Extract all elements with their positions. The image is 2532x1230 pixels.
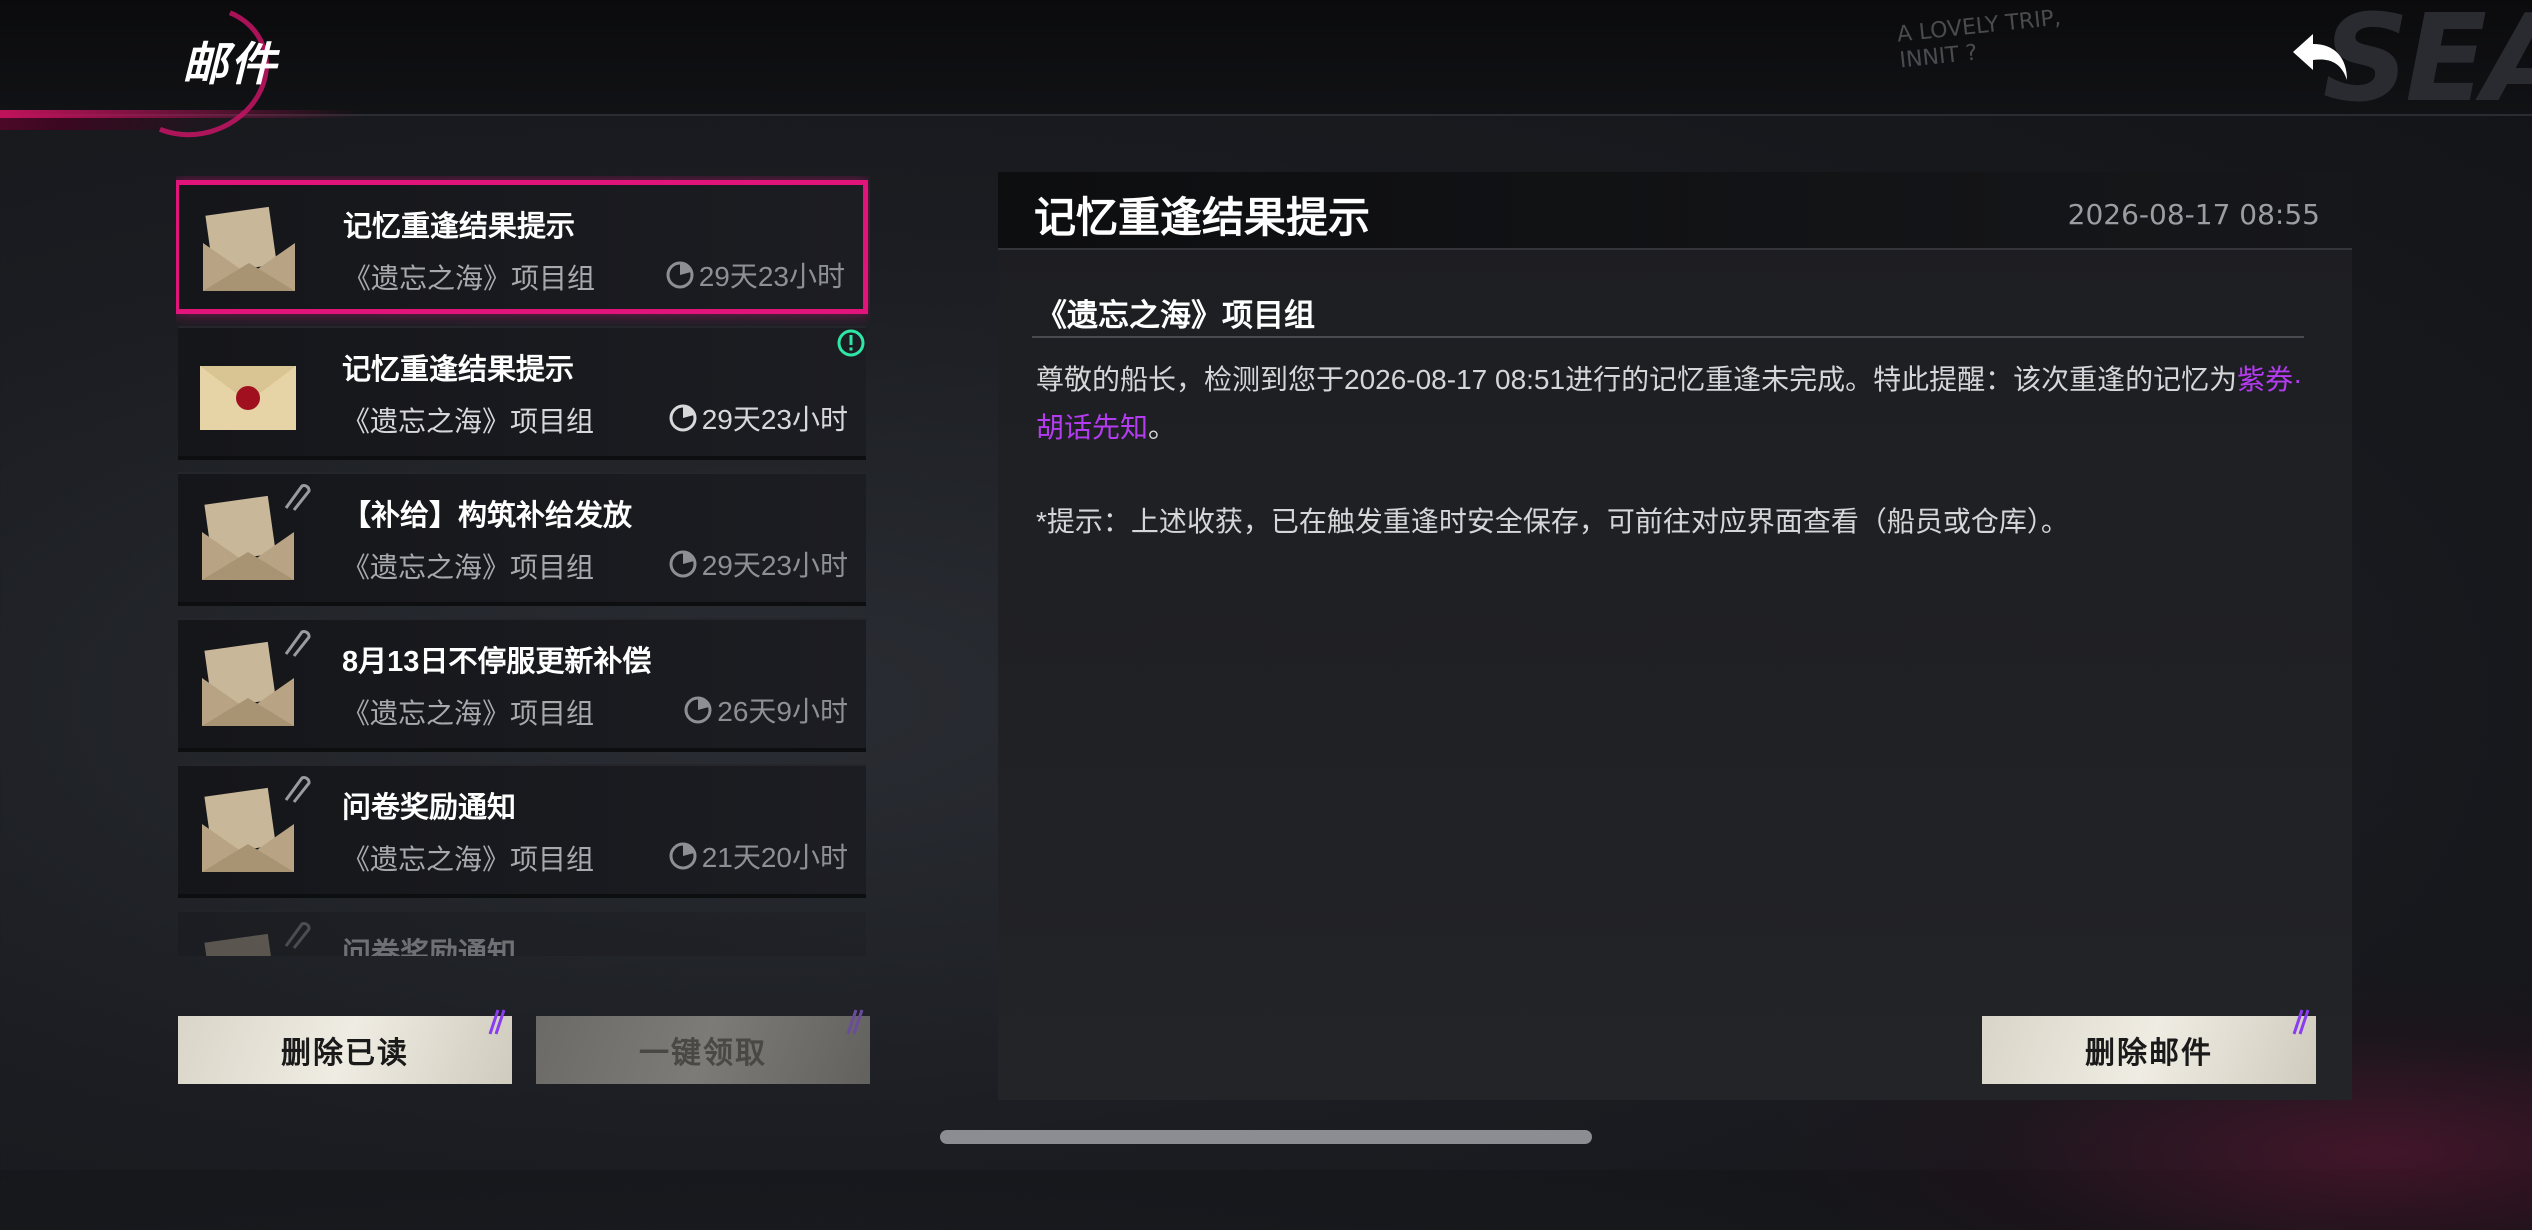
mail-title: 记忆重逢结果提示 — [343, 211, 576, 243]
mail-item[interactable]: 记忆重逢结果提示 《遗忘之海》项目组 29天23小时 — [178, 326, 866, 460]
mail-item[interactable]: 【补给】构筑补给发放 《遗忘之海》项目组 29天23小时 — [178, 472, 866, 606]
sealed-envelope-icon — [200, 366, 296, 430]
back-button[interactable] — [2286, 26, 2356, 90]
mail-item[interactable]: 8月13日不停服更新补偿 《遗忘之海》项目组 26天9小时 — [178, 618, 866, 752]
clock-icon — [666, 261, 694, 289]
mail-expire: 29天23小时 — [668, 398, 848, 438]
paperclip-icon — [284, 922, 311, 949]
page-title: 邮件 — [182, 38, 278, 90]
clock-icon — [669, 842, 697, 870]
top-bar: 邮件 A LOVELY TRIP, INNIT ? SEA — [0, 0, 2532, 158]
mail-sender: 《遗忘之海》项目组 — [342, 698, 595, 729]
delete-read-button[interactable]: 删除已读 — [178, 1009, 512, 1084]
delete-mail-button[interactable]: 删除邮件 — [1982, 1009, 2316, 1084]
clock-icon — [684, 696, 712, 724]
mail-detail-panel: 记忆重逢结果提示 2026-08-17 08:55 《遗忘之海》项目组 尊敬的船… — [998, 172, 2352, 1100]
header-stripe — [0, 110, 360, 118]
divider — [1032, 336, 2304, 338]
detail-date: 2026-08-17 08:55 — [2067, 198, 2320, 231]
mail-expire: 29天23小时 — [668, 544, 848, 584]
detail-body: 尊敬的船长，检测到您于2026-08-17 08:51进行的记忆重逢未完成。特此… — [1036, 364, 2303, 443]
mail-list[interactable]: 记忆重逢结果提示 《遗忘之海》项目组 29天23小时 记忆重逢结果提示 《遗忘之… — [176, 176, 870, 956]
detail-title: 记忆重逢结果提示 — [1034, 194, 1371, 241]
mail-sender: 《遗忘之海》项目组 — [342, 552, 595, 583]
home-indicator[interactable] — [940, 1130, 1592, 1144]
paperclip-icon — [284, 776, 311, 803]
paperclip-icon — [284, 484, 311, 511]
detail-note: *提示：上述收获，已在触发重逢时安全保存，可前往对应界面查看（船员或仓库）。 — [1036, 506, 2069, 537]
opened-envelope-icon — [203, 206, 295, 291]
slash-mark-icon — [488, 1009, 506, 1035]
mail-expire: 29天23小时 — [665, 255, 845, 295]
mail-title: 问卷奖励通知 — [342, 792, 517, 824]
mail-sender: 《遗忘之海》项目组 — [343, 263, 596, 294]
mail-item[interactable]: 记忆重逢结果提示 《遗忘之海》项目组 29天23小时 — [176, 180, 868, 314]
decorative-caption: A LOVELY TRIP, INNIT ? — [1895, 5, 2063, 74]
mail-sender: 《遗忘之海》项目组 — [342, 406, 595, 437]
mail-item[interactable]: 问卷奖励通知 — [178, 910, 866, 956]
mail-expire: 21天20小时 — [668, 836, 848, 876]
mail-sender: 《遗忘之海》项目组 — [342, 844, 595, 875]
claim-all-button[interactable]: 一键领取 — [536, 1009, 870, 1084]
mail-item[interactable]: 问卷奖励通知 《遗忘之海》项目组 21天20小时 — [178, 764, 866, 898]
paperclip-icon — [284, 630, 311, 657]
mail-title: 问卷奖励通知 — [342, 938, 517, 956]
mail-expire: 26天9小时 — [683, 690, 848, 730]
slash-mark-icon — [2292, 1009, 2310, 1035]
mail-title: 8月13日不停服更新补偿 — [342, 646, 652, 678]
detail-header: 记忆重逢结果提示 2026-08-17 08:55 — [998, 172, 2352, 250]
back-arrow-icon — [2293, 34, 2347, 80]
slash-mark-icon — [846, 1009, 864, 1035]
new-mail-alert-icon — [837, 329, 865, 357]
clock-icon — [669, 550, 697, 578]
mail-title: 【补给】构筑补给发放 — [342, 500, 633, 532]
mail-title: 记忆重逢结果提示 — [342, 354, 575, 386]
clock-icon — [669, 404, 697, 432]
detail-sender: 《遗忘之海》项目组 — [1036, 298, 1315, 333]
